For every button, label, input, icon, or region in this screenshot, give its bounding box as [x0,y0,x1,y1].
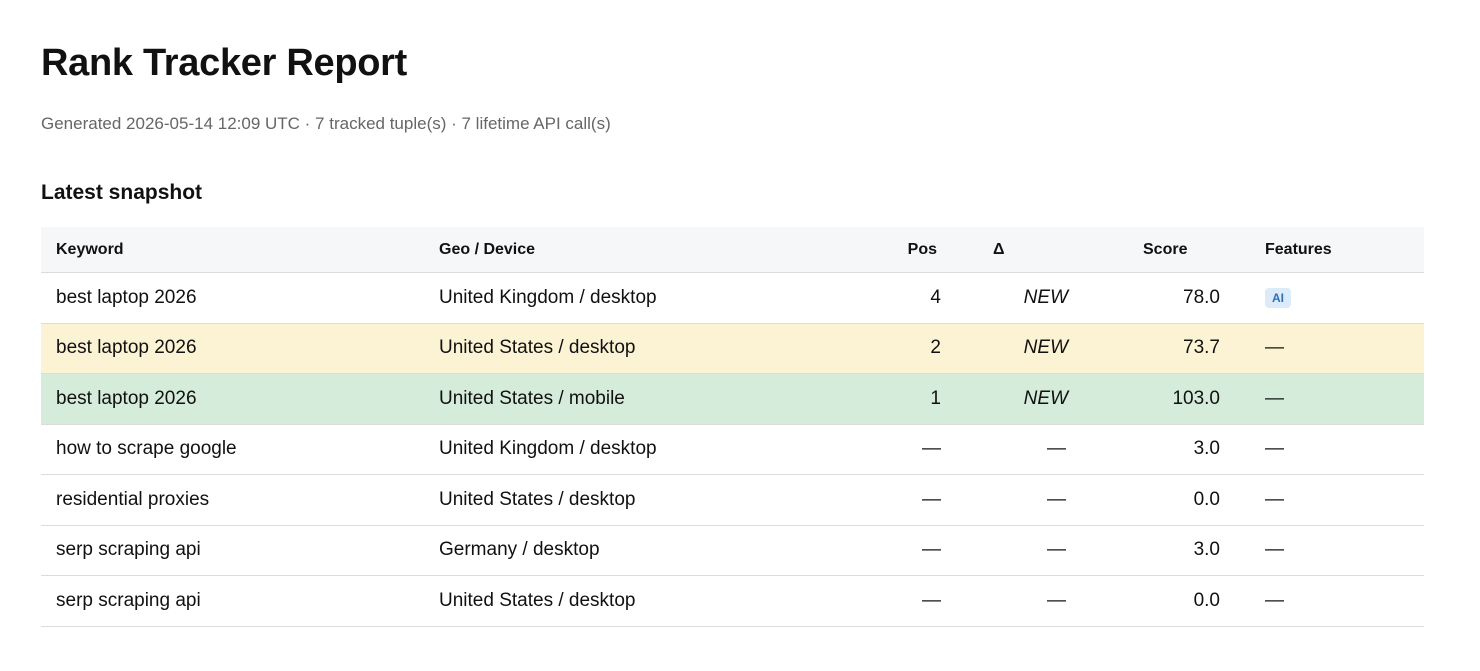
cell-delta: NEW [978,323,1105,374]
cell-pos: 4 [821,272,978,324]
cell-delta: — [978,424,1105,475]
cell-features: AI [1250,272,1424,324]
cell-geo-device: United States / desktop [424,474,821,526]
cell-features: — [1250,323,1424,374]
header-features: Features [1250,227,1424,273]
header-pos: Pos [821,227,978,273]
cell-keyword: best laptop 2026 [41,373,424,425]
cell-score: 103.0 [1105,373,1250,425]
cell-keyword: serp scraping api [41,575,424,627]
page-title: Rank Tracker Report [41,42,408,84]
cell-geo-device: United States / desktop [424,575,821,627]
cell-geo-device: United States / mobile [424,373,821,425]
cell-keyword: best laptop 2026 [41,323,424,374]
cell-score: 78.0 [1105,272,1250,324]
section-title: Latest snapshot [41,181,203,204]
cell-features: — [1250,575,1424,627]
cell-score: 73.7 [1105,323,1250,374]
cell-keyword: serp scraping api [41,525,424,576]
cell-keyword: best laptop 2026 [41,272,424,324]
table-body: best laptop 2026 United Kingdom / desktop… [41,272,1424,627]
cell-features: — [1250,373,1424,425]
ai-feature-badge: AI [1265,287,1291,308]
cell-keyword: residential proxies [41,474,424,526]
table-row: serp scraping api Germany / desktop — —3.0— [41,525,1424,576]
cell-geo-device: United Kingdom / desktop [424,272,821,324]
cell-keyword: how to scrape google [41,424,424,475]
cell-score: 3.0 [1105,525,1250,576]
header-keyword: Keyword [41,227,424,273]
snapshot-table: Keyword Geo / Device Pos Δ Score Feature… [41,227,1424,627]
cell-delta: NEW [978,373,1105,425]
cell-pos: 1 [821,373,978,425]
cell-pos: — [821,575,978,627]
table-row: best laptop 2026 United States / desktop 2… [41,323,1424,374]
table-row: best laptop 2026 United States / mobile 1 N… [41,373,1424,425]
cell-delta: — [978,575,1105,627]
cell-pos: — [821,474,978,526]
table-row: residential proxies United States / deskt… [41,474,1424,526]
cell-score: 3.0 [1105,424,1250,475]
cell-geo-device: Germany / desktop [424,525,821,576]
header-delta: Δ [978,227,1105,273]
cell-delta: — [978,474,1105,526]
cell-score: 0.0 [1105,575,1250,627]
cell-pos: — [821,424,978,475]
table-row: serp scraping api United States / desktop… [41,575,1424,627]
cell-delta: — [978,525,1105,576]
cell-features: — [1250,525,1424,576]
cell-features: — [1250,424,1424,475]
cell-features: — [1250,474,1424,526]
header-score: Score [1105,227,1250,273]
cell-geo-device: United Kingdom / desktop [424,424,821,475]
table-header-row: Keyword Geo / Device Pos Δ Score Feature… [41,227,1424,273]
cell-delta: NEW [978,272,1105,324]
table-row: best laptop 2026 United Kingdom / desktop… [41,272,1424,324]
table-row: how to scrape google United Kingdom / des… [41,424,1424,475]
cell-geo-device: United States / desktop [424,323,821,374]
cell-pos: 2 [821,323,978,374]
cell-score: 0.0 [1105,474,1250,526]
header-geo-device: Geo / Device [424,227,821,273]
cell-pos: — [821,525,978,576]
report-meta: Generated 2026-05-14 12:09 UTC · 7 track… [41,114,611,133]
